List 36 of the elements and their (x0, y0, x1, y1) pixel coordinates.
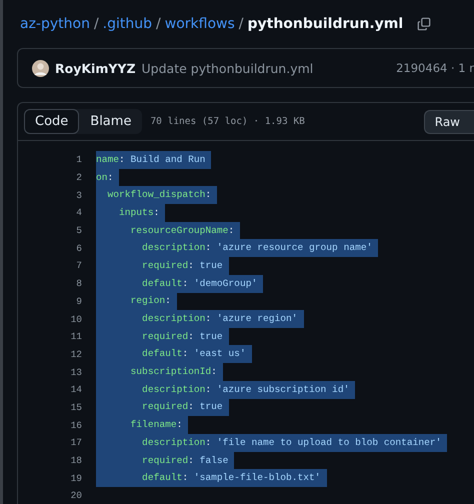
breadcrumb-link[interactable]: .github (102, 16, 152, 32)
line-number: 15 (70, 402, 83, 413)
commit-meta: 2190464 · 1 r (396, 61, 474, 75)
commit-author[interactable]: RoyKimYYZ (55, 60, 136, 76)
copy-icon[interactable] (417, 17, 432, 31)
line-number: 18 (70, 455, 83, 466)
file-info: 70 lines (57 loc) · 1.93 KB (150, 116, 305, 127)
line-number: 1 (75, 154, 83, 166)
file-name: pythonbuildrun.yml (247, 16, 404, 32)
raw-button[interactable]: Raw (424, 110, 474, 134)
line-number: 12 (70, 348, 83, 360)
line-number: 9 (75, 296, 83, 307)
view-tab[interactable]: Code (24, 109, 80, 134)
commit-message[interactable]: Update pythonbuildrun.yml (142, 60, 314, 76)
line-number: 8 (75, 278, 83, 290)
line-number: 13 (70, 366, 83, 378)
line-number: 16 (70, 420, 83, 431)
path-separator: / (94, 16, 99, 32)
line-number: 4 (75, 207, 83, 218)
line-number: 20 (70, 490, 83, 502)
line-number: 6 (75, 242, 83, 254)
line-number: 11 (70, 331, 83, 342)
line-number: 19 (70, 472, 83, 484)
line-number: 10 (70, 314, 83, 325)
avatar (32, 60, 49, 76)
line-number: 3 (75, 190, 83, 201)
line-number: 17 (70, 437, 83, 448)
path-separator: / (156, 16, 161, 32)
line-number: 14 (70, 384, 83, 396)
path-separator: / (238, 16, 244, 32)
breadcrumb-link[interactable]: az-python (20, 16, 90, 32)
line-number: 2 (75, 172, 83, 184)
line-number: 7 (75, 260, 83, 272)
line-number: 5 (75, 225, 83, 236)
view-tab[interactable]: Blame (79, 109, 142, 134)
breadcrumb-link[interactable]: workflows (164, 16, 235, 32)
